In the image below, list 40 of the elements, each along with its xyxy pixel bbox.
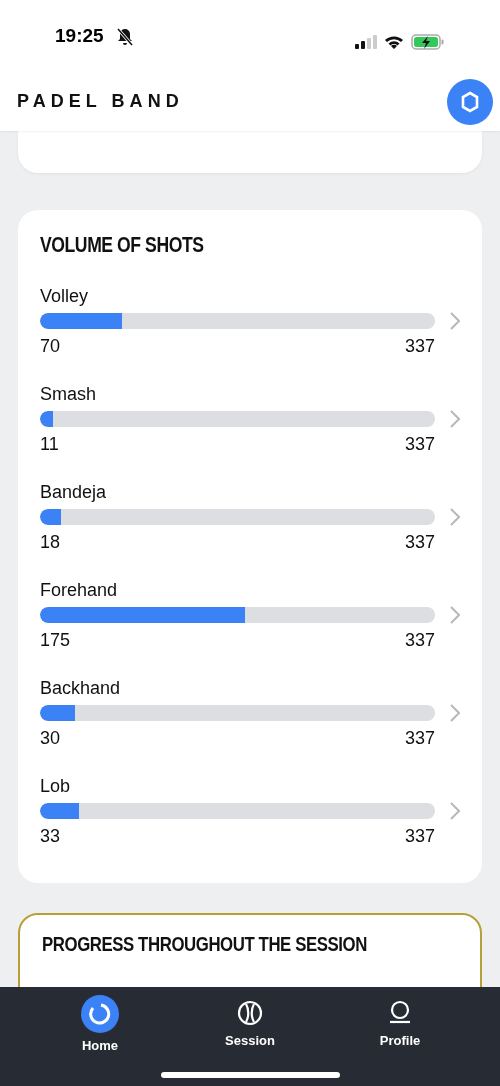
shot-total: 337	[404, 727, 435, 749]
chevron-right-icon[interactable]	[450, 606, 460, 624]
chevron-right-icon[interactable]	[450, 802, 460, 820]
card-title: PROGRESS THROUGHOUT THE SESSION	[42, 933, 367, 954]
battery-icon	[411, 34, 445, 50]
profile-icon	[387, 1000, 413, 1026]
chevron-right-icon[interactable]	[450, 704, 460, 722]
shot-name: Lob	[40, 775, 72, 797]
refresh-icon	[81, 995, 119, 1033]
chevron-right-icon[interactable]	[450, 410, 460, 428]
shot-name: Forehand	[40, 579, 119, 601]
shot-count: 70	[40, 335, 61, 357]
chevron-right-icon[interactable]	[450, 508, 460, 526]
shot-count: 30	[40, 727, 61, 749]
tab[interactable]: Home	[55, 995, 145, 1055]
shot-total: 337	[404, 825, 435, 847]
status-time: 19:25	[55, 23, 104, 48]
shot-name: Volley	[40, 285, 90, 307]
shot-name: Backhand	[40, 677, 122, 699]
tab[interactable]: Profile	[355, 995, 445, 1055]
hexagon-button[interactable]	[447, 78, 493, 125]
shot-total: 337	[404, 433, 435, 455]
tab[interactable]: Session	[205, 995, 295, 1055]
shot-name: Bandeja	[40, 481, 108, 503]
shot-count: 18	[40, 531, 61, 553]
bell-off-icon	[117, 28, 133, 46]
shot-count: 11	[40, 433, 59, 455]
hexagon-icon	[460, 90, 480, 113]
shot-count: 33	[40, 825, 61, 847]
card-title: VOLUME OF SHOTS	[40, 234, 205, 256]
shot-name: Smash	[40, 383, 98, 405]
signal-icon	[355, 35, 377, 49]
wifi-icon	[384, 35, 404, 49]
ball-icon	[237, 1000, 263, 1026]
shot-total: 337	[404, 335, 435, 357]
shot-count: 175	[40, 629, 71, 651]
chevron-right-icon[interactable]	[450, 312, 460, 330]
app-logo: PADEL BAND	[17, 90, 184, 113]
shot-total: 337	[404, 629, 435, 651]
shot-total: 337	[404, 531, 435, 553]
